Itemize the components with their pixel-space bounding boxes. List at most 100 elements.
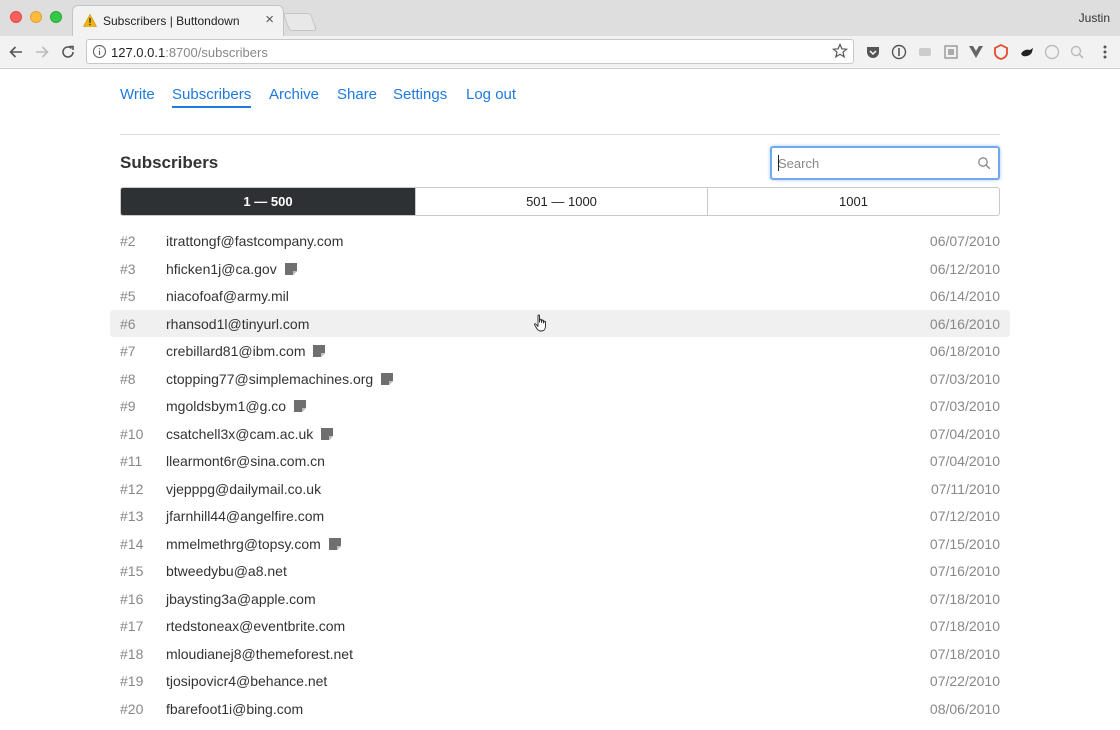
- menu-kebab-icon[interactable]: [1097, 44, 1113, 60]
- url-text: 127.0.0.1:8700/subscribers: [111, 45, 268, 60]
- subscriber-email: llearmont6r@sina.com.cn: [166, 453, 325, 469]
- subscriber-email-wrap: rtedstoneax@eventbrite.com: [166, 618, 345, 634]
- address-bar[interactable]: 127.0.0.1:8700/subscribers: [86, 39, 854, 64]
- subscriber-row[interactable]: #14 mmelmethrg@topsy.com 07/15/2010: [110, 530, 1010, 558]
- nav-subscribers[interactable]: Subscribers: [172, 86, 252, 108]
- subscriber-row[interactable]: #5 niacofoaf@army.mil 06/14/2010: [110, 282, 1010, 310]
- pocket-icon[interactable]: [865, 44, 881, 60]
- bookmark-star-icon[interactable]: [832, 43, 848, 59]
- subscriber-email: jbaysting3a@apple.com: [166, 590, 316, 607]
- subscriber-email: fbarefoot1i@bing.com: [166, 700, 304, 717]
- window-minimize-button[interactable]: [30, 11, 42, 23]
- page-segment-1001[interactable]: 1001: [707, 188, 999, 215]
- subscriber-date: 07/03/2010: [929, 370, 1000, 387]
- subscriber-row[interactable]: #10 csatchell3x@cam.ac.uk 07/04/2010: [110, 420, 1010, 448]
- url-host: 127.0.0.1: [111, 45, 166, 60]
- note-icon: [321, 427, 334, 440]
- bird-extension-icon[interactable]: [1019, 44, 1035, 60]
- search-box[interactable]: [770, 146, 1000, 180]
- subscriber-number: #6: [120, 315, 136, 332]
- forward-arrow-icon[interactable]: [33, 43, 51, 61]
- pagination-segments: 1 — 500 501 — 1000 1001: [120, 187, 1000, 216]
- tab-close-icon[interactable]: ×: [265, 12, 274, 28]
- page-title: Subscribers: [120, 153, 219, 172]
- onepassword-icon[interactable]: [891, 44, 907, 60]
- subscriber-date: 07/04/2010: [929, 425, 1000, 442]
- subscriber-email: crebillard81@ibm.com: [166, 343, 306, 359]
- subscriber-number: #18: [120, 645, 144, 662]
- subscriber-number: #12: [120, 480, 144, 497]
- subscriber-email-wrap: llearmont6r@sina.com.cn: [166, 453, 325, 469]
- subscriber-date: 07/18/2010: [929, 645, 1000, 662]
- note-icon: [328, 537, 341, 550]
- subscriber-row[interactable]: #12 vjepppg@dailymail.co.uk 07/11/2010: [110, 475, 1010, 503]
- subscriber-email: itrattongf@fastcompany.com: [166, 233, 344, 249]
- subscriber-number: #16: [120, 590, 144, 607]
- search-extension-icon[interactable]: [1069, 44, 1085, 60]
- subscriber-row[interactable]: #17 rtedstoneax@eventbrite.com 07/18/2010: [110, 612, 1010, 640]
- subscriber-date: 07/15/2010: [929, 535, 1000, 552]
- reload-icon[interactable]: [59, 43, 77, 61]
- note-icon: [381, 372, 394, 385]
- browser-toolbar: 127.0.0.1:8700/subscribers: [0, 36, 1120, 69]
- subscriber-number: #5: [120, 288, 136, 304]
- subscriber-row[interactable]: #2 itrattongf@fastcompany.com 06/07/2010: [110, 227, 1010, 255]
- subscriber-row[interactable]: #18 mloudianej8@themeforest.net 07/18/2010: [110, 640, 1010, 668]
- subscriber-email-wrap: mloudianej8@themeforest.net: [166, 646, 353, 662]
- subscriber-date: 07/22/2010: [929, 673, 1000, 689]
- subscriber-email: rtedstoneax@eventbrite.com: [166, 618, 346, 634]
- subscriber-number: #14: [120, 535, 144, 552]
- warning-icon: [83, 14, 97, 27]
- browser-tab[interactable]: Subscribers | Buttondown ×: [72, 5, 284, 36]
- cast-icon[interactable]: [917, 44, 933, 60]
- nav-write[interactable]: Write: [120, 86, 155, 103]
- note-icon: [294, 400, 307, 412]
- info-icon[interactable]: [92, 44, 107, 59]
- new-tab-button[interactable]: [282, 13, 318, 31]
- subscriber-email-wrap: mmelmethrg@topsy.com: [166, 536, 341, 552]
- subscriber-number: #2: [120, 233, 136, 249]
- subscriber-row[interactable]: #6 rhansod1l@tinyurl.com 06/16/2010: [110, 309, 1010, 337]
- subscriber-email-wrap: rhansod1l@tinyurl.com: [166, 316, 309, 332]
- subscriber-email-wrap: btweedybu@a8.net: [166, 563, 287, 579]
- nav-archive[interactable]: Archive: [269, 86, 319, 103]
- subscriber-email-wrap: jbaysting3a@apple.com: [166, 591, 316, 607]
- ublock-icon[interactable]: [993, 44, 1009, 60]
- back-arrow-icon[interactable]: [7, 43, 25, 61]
- subscriber-row[interactable]: #3 hficken1j@ca.gov 06/12/2010: [110, 255, 1010, 283]
- subscriber-email-wrap: ctopping77@simplemachines.org: [166, 371, 394, 387]
- nav-settings[interactable]: Settings: [393, 86, 447, 103]
- browser-titlebar: Subscribers | Buttondown × Justin: [0, 0, 1120, 37]
- subscriber-row[interactable]: #7 crebillard81@ibm.com 06/18/2010: [110, 337, 1010, 365]
- subscriber-row[interactable]: #11 llearmont6r@sina.com.cn 07/04/2010: [110, 447, 1010, 475]
- subscriber-email: mgoldsbym1@g.co: [166, 398, 287, 414]
- nav-share[interactable]: Share: [337, 86, 377, 103]
- subscriber-row[interactable]: #9 mgoldsbym1@g.co 07/03/2010: [110, 392, 1010, 420]
- subscriber-email: mloudianej8@themeforest.net: [166, 645, 353, 662]
- grid-extension-icon[interactable]: [943, 44, 959, 60]
- subscriber-email-wrap: fbarefoot1i@bing.com: [166, 701, 303, 717]
- subscriber-email-wrap: hficken1j@ca.gov: [166, 261, 297, 277]
- profile-name[interactable]: Justin: [1079, 11, 1110, 25]
- window-close-button[interactable]: [10, 11, 22, 23]
- subscriber-date: 07/18/2010: [929, 618, 1000, 634]
- subscriber-number: #11: [120, 453, 143, 469]
- search-input[interactable]: [778, 154, 968, 172]
- subscriber-row[interactable]: #8 ctopping77@simplemachines.org 07/03/201…: [110, 365, 1010, 393]
- window-maximize-button[interactable]: [50, 11, 62, 23]
- nav-log-out[interactable]: Log out: [466, 86, 516, 103]
- vue-devtools-icon[interactable]: [968, 44, 984, 60]
- subscriber-row[interactable]: #16 jbaysting3a@apple.com 07/18/2010: [110, 585, 1010, 613]
- page-segment-501-1000[interactable]: 501 — 1000: [415, 188, 707, 215]
- subscriber-date: 07/04/2010: [929, 453, 1000, 469]
- subscriber-row[interactable]: #15 btweedybu@a8.net 07/16/2010: [110, 557, 1010, 585]
- subscriber-email-wrap: mgoldsbym1@g.co: [166, 398, 307, 414]
- subscriber-row[interactable]: #13 jfarnhill44@angelfire.com 07/12/2010: [110, 502, 1010, 530]
- subscriber-row[interactable]: #19 tjosipovicr4@behance.net 07/22/2010: [110, 667, 1010, 695]
- subscriber-email: csatchell3x@cam.ac.uk: [166, 425, 314, 442]
- subscriber-date: 08/06/2010: [929, 700, 1000, 717]
- subscriber-row[interactable]: #20 fbarefoot1i@bing.com 08/06/2010: [110, 695, 1010, 723]
- circle-extension-icon[interactable]: [1044, 44, 1060, 60]
- subscriber-date: 07/11/2010: [930, 480, 1000, 497]
- page-segment-1-500[interactable]: 1 — 500: [121, 188, 415, 215]
